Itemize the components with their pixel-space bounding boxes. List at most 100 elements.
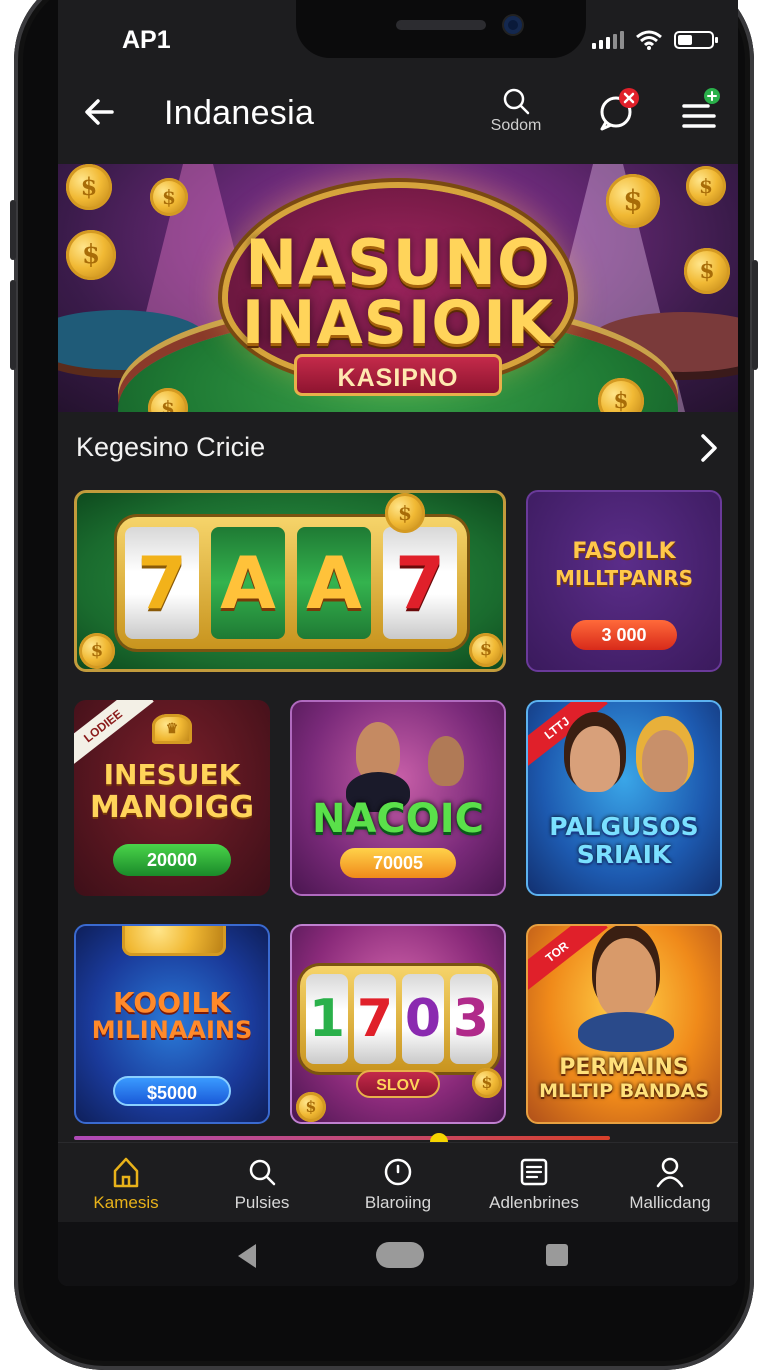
crown-icon: ♛	[152, 714, 192, 744]
tile-title-line1: FASOILK	[572, 539, 676, 564]
prize-badge: 70005	[340, 848, 456, 878]
search-icon	[503, 88, 530, 115]
section-title: Kegesino Cricie	[76, 432, 266, 462]
bottom-navigation: Kamesis Pulsies Blaroiing Adlenbrines Ma…	[58, 1142, 738, 1223]
coin-stack-icon	[122, 926, 226, 956]
game-tile-fasoilk[interactable]: FASOILK MILLTPANRS 3 000	[526, 490, 722, 672]
system-navigation-bar	[58, 1222, 738, 1286]
slot-reel: 7	[125, 527, 199, 639]
character-portrait	[642, 730, 688, 792]
notch	[296, 0, 586, 58]
tile-title-line2: MILLTPANRS	[554, 566, 693, 590]
gold-coin-icon: $	[66, 230, 116, 280]
scroll-indicator-track	[74, 1136, 610, 1140]
nav-item-list[interactable]: Adlenbrines	[466, 1155, 602, 1213]
character-portrait	[428, 736, 464, 786]
tile-title: NACOIC	[311, 796, 485, 842]
menu-button[interactable]	[678, 84, 722, 134]
gold-coin-icon: $	[79, 633, 115, 669]
battery-icon	[674, 31, 718, 49]
character-shirt	[578, 1012, 674, 1052]
slot-reels: 7 A A 7	[117, 517, 467, 649]
page-title: Indanesia	[164, 94, 315, 132]
gold-coin-icon: $	[606, 174, 660, 228]
gold-coin-icon: $	[684, 248, 730, 294]
notifications-button[interactable]	[594, 84, 644, 134]
nav-item-activity[interactable]: Blaroiing	[330, 1155, 466, 1213]
system-back-icon[interactable]	[238, 1244, 256, 1268]
slot-reel: 1	[306, 974, 348, 1064]
front-camera	[504, 16, 522, 34]
speaker	[396, 20, 486, 30]
app-header: Indanesia Sodom	[58, 80, 738, 150]
slot-reel: A	[297, 527, 371, 639]
volume-down-button	[10, 280, 16, 370]
gold-coin-icon: $	[472, 1068, 502, 1098]
power-button	[752, 260, 758, 370]
tile-title-line2: SRIAIK	[576, 840, 672, 869]
promo-banner[interactable]: NASUNO INASIOIK KASIPNO $ $ $ $ $ $ $ $	[58, 164, 738, 412]
search-icon	[249, 1159, 276, 1186]
chat-notification-icon	[600, 88, 639, 131]
tile-title-line1: PERMAINS	[559, 1055, 689, 1080]
chevron-right-icon[interactable]	[694, 430, 724, 466]
banner-ribbon: KASIPNO	[294, 354, 502, 396]
game-tile-slot-7aa7[interactable]: 7 A A 7 $ $ $	[74, 490, 506, 672]
tile-title-line1: PALGUSOS	[549, 812, 699, 841]
character-portrait	[570, 726, 620, 792]
status-icons	[592, 30, 718, 50]
screen: AP1 Indanesia Sodom NASUNO INASIOIK KASI…	[58, 0, 738, 1286]
slot-reel: 7	[383, 527, 457, 639]
slot-label: SLOV	[356, 1070, 440, 1098]
home-icon	[113, 1157, 139, 1188]
character-portrait	[596, 938, 656, 1018]
nav-label: Blaroiing	[364, 1193, 432, 1212]
system-home-icon[interactable]	[376, 1242, 424, 1268]
nav-label: Kamesis	[93, 1193, 159, 1212]
gold-coin-icon: $	[686, 166, 726, 206]
slot-reel: A	[211, 527, 285, 639]
gold-coin-icon: $	[469, 633, 503, 667]
system-recents-icon[interactable]	[546, 1244, 568, 1266]
slot-reels: 1 7 0 3	[300, 966, 498, 1072]
game-tile-permains[interactable]: TOR PERMAINS MLLTIP BANDAS	[526, 924, 722, 1124]
carrier-label: AP1	[122, 26, 171, 54]
volume-up-button	[10, 200, 16, 260]
hamburger-menu-icon	[682, 88, 720, 128]
game-tile-nacoic[interactable]: NACOIC 70005	[290, 700, 506, 896]
nav-label: Adlenbrines	[489, 1193, 579, 1212]
list-icon	[520, 1158, 548, 1186]
wifi-icon	[636, 30, 662, 50]
prize-badge: $5000	[113, 1076, 231, 1106]
game-tile-inesuek[interactable]: LODIEE ♛ INESUEK MANOIGG 20000	[74, 700, 270, 896]
tile-title-line2: MANOIGG	[89, 790, 255, 825]
search-label: Sodom	[490, 117, 542, 134]
nav-item-profile[interactable]: Mallicdang	[602, 1155, 738, 1213]
back-arrow-icon[interactable]	[80, 92, 120, 132]
game-tile-slot-1703[interactable]: 1 7 0 3 SLOV $ $	[290, 924, 506, 1124]
signal-icon	[592, 31, 624, 49]
nav-item-search[interactable]: Pulsies	[194, 1155, 330, 1213]
game-tile-kooilk[interactable]: KOOILK MILINAAINS $5000	[74, 924, 270, 1124]
search-button[interactable]: Sodom	[484, 86, 548, 135]
tile-title-line1: INESUEK	[103, 758, 241, 791]
tile-title-line1: KOOILK	[112, 986, 231, 1019]
tile-title-line2: MLLTIP BANDAS	[539, 1080, 709, 1102]
gold-coin-icon: $	[66, 164, 112, 210]
gold-coin-icon: $	[296, 1092, 326, 1122]
nav-item-home[interactable]: Kamesis	[58, 1155, 194, 1213]
prize-badge: 3 000	[571, 620, 677, 650]
gold-coin-icon: $	[385, 493, 425, 533]
slot-reel: 7	[354, 974, 396, 1064]
nav-label: Mallicdang	[629, 1193, 711, 1212]
prize-badge: 20000	[113, 844, 231, 876]
slot-reel: 3	[450, 974, 492, 1064]
banner-title-line2: INASIOIK	[241, 288, 555, 358]
nav-label: Pulsies	[234, 1193, 290, 1212]
clock-icon	[384, 1158, 412, 1186]
game-tile-palgusos[interactable]: LTTJ PALGUSOS SRIAIK	[526, 700, 722, 896]
tile-title-line2: MILINAAINS	[91, 1016, 253, 1044]
user-icon	[656, 1157, 684, 1188]
gold-coin-icon: $	[150, 178, 188, 216]
slot-reel: 0	[402, 974, 444, 1064]
